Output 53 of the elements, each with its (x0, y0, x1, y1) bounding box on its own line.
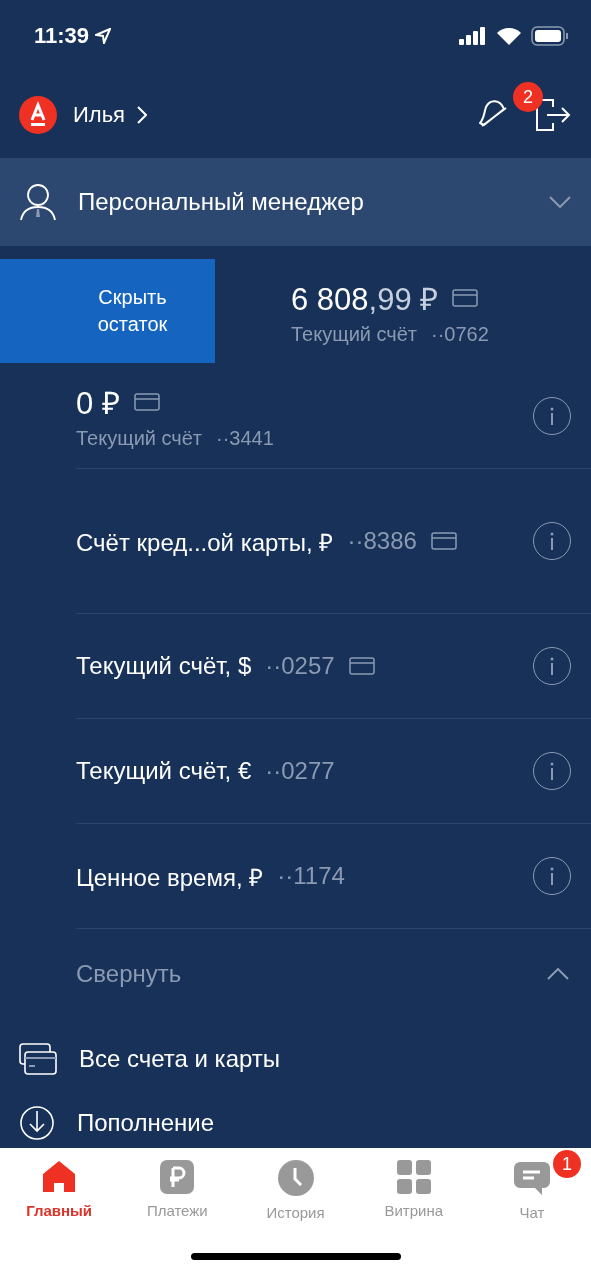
account-type: Текущий счёт (76, 427, 203, 450)
account-type: Текущий счёт (291, 322, 418, 346)
person-icon (20, 183, 56, 221)
hide-balance-button[interactable]: Скрыть остаток (0, 259, 215, 363)
balance-amount: 6 808,99 ₽ (291, 280, 439, 319)
clock-icon (277, 1160, 314, 1196)
cards-icon (19, 1043, 57, 1075)
account-name: Счёт кред...ой карты, ₽ (76, 527, 334, 558)
account-number: ··1174 (277, 862, 345, 890)
chevron-right-icon (137, 106, 148, 124)
account-name: Ценное время, ₽ (76, 862, 264, 893)
battery-icon (531, 26, 569, 46)
chevron-icon (549, 196, 571, 208)
account-row[interactable]: Текущий счёт, $ ··0257 (76, 614, 591, 719)
account-number: ··0762 (431, 322, 489, 346)
chevron-up-icon (547, 968, 569, 980)
chat-badge: 1 (553, 1150, 581, 1178)
manager-row[interactable]: Персональный менеджер (0, 158, 591, 246)
account-name: Текущий счёт, $ (76, 652, 252, 680)
account-number: ··3441 (216, 427, 274, 450)
account-number: ··0257 (265, 652, 335, 680)
home-icon (41, 1160, 78, 1194)
wifi-icon (497, 27, 521, 45)
status-time: 11:39 (34, 23, 90, 49)
ruble-icon (160, 1160, 195, 1194)
tab-bar-item[interactable]: Главный (0, 1148, 119, 1225)
account-row[interactable]: 0 ₽ Текущий счёт ··3441 (76, 363, 591, 469)
account-row[interactable]: Счёт кред...ой карты, ₽ ··8386 (76, 469, 591, 614)
grid-icon (396, 1160, 431, 1194)
account-number: ··8386 (347, 527, 417, 555)
info-icon (549, 406, 555, 425)
bank-logo (19, 96, 57, 134)
account-number: ··0277 (265, 757, 335, 785)
info-icon (549, 532, 555, 550)
location-arrow-icon (95, 28, 112, 44)
account-row[interactable]: Ценное время, ₽ ··1174 (76, 824, 591, 929)
notification-badge: 2 (513, 82, 543, 112)
menu-item[interactable]: Пополнение (0, 1099, 591, 1147)
info-icon (549, 762, 555, 780)
collapse-link[interactable]: Свернуть (76, 960, 182, 988)
chat-icon (513, 1160, 550, 1196)
account-name: Текущий счёт, € (76, 757, 252, 785)
tab-bar-item[interactable]: Чат 1 (472, 1148, 591, 1225)
balance-amount: 0 ₽ (76, 385, 120, 423)
info-icon (549, 867, 555, 885)
download-icon (19, 1105, 55, 1141)
logout-icon[interactable] (535, 98, 571, 132)
menu-item[interactable]: Все счета и карты (0, 1019, 591, 1099)
profile-link[interactable]: Илья (73, 102, 453, 128)
signal-icon (459, 27, 487, 45)
account-row[interactable]: Текущий счёт, € ··0277 (76, 719, 591, 824)
account-row[interactable]: Скрыть остаток 6 808,99 ₽ Текущий счёт ··0762 (0, 259, 591, 363)
info-icon (549, 657, 555, 675)
